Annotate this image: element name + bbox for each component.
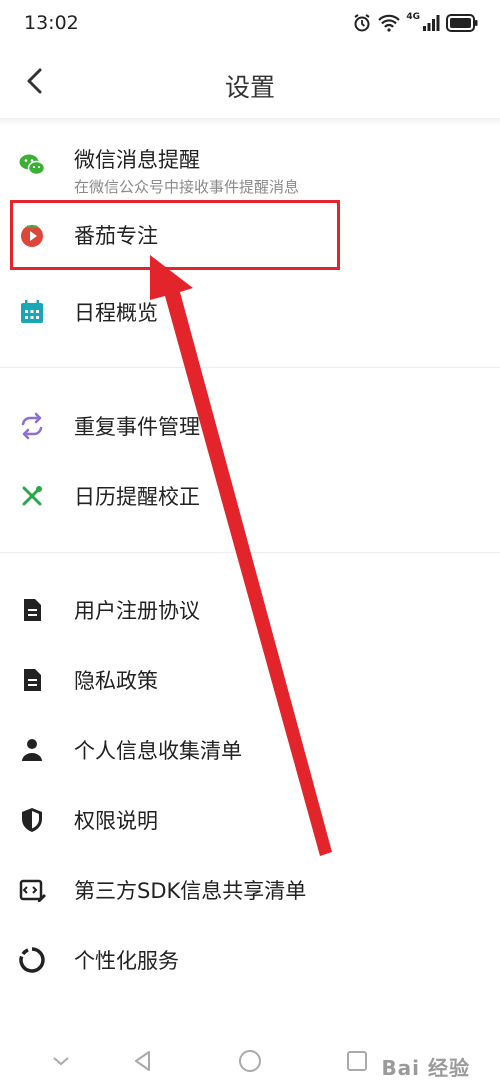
settings-item-privacy-policy[interactable]: 隐私政策 (0, 650, 500, 710)
settings-item-label: 隐私政策 (74, 669, 158, 693)
signal-icon (423, 15, 440, 31)
settings-item-wechat-reminder[interactable]: 微信消息提醒 在微信公众号中接收事件提醒消息 (0, 130, 500, 200)
header-shadow (0, 118, 500, 126)
settings-item-label: 日历提醒校正 (74, 485, 200, 509)
nav-home-icon[interactable] (237, 1048, 263, 1074)
highlight-box (10, 200, 340, 270)
settings-item-reminder-correction[interactable]: 日历提醒校正 (0, 466, 500, 526)
settings-item-third-party-sdk[interactable]: 第三方SDK信息共享清单 (0, 860, 500, 920)
chevron-down-icon[interactable] (48, 1048, 74, 1074)
page-title: 设置 (224, 73, 275, 102)
settings-item-repeat-events[interactable]: 重复事件管理 (0, 396, 500, 456)
nav-back-icon[interactable] (130, 1048, 156, 1074)
wechat-icon (19, 154, 46, 176)
settings-item-label: 第三方SDK信息共享清单 (74, 879, 307, 903)
settings-item-label: 用户注册协议 (74, 599, 200, 623)
status-time: 13:02 (24, 12, 79, 34)
battery-icon (446, 14, 478, 32)
divider (0, 367, 500, 368)
settings-item-personal-info-list[interactable]: 个人信息收集清单 (0, 720, 500, 780)
status-icons: 4G (352, 10, 478, 36)
ring-icon (19, 947, 45, 973)
network-label: 4G (406, 12, 420, 22)
status-bar: 13:02 4G (0, 0, 500, 46)
settings-item-label: 微信消息提醒 (74, 148, 200, 172)
tools-icon (22, 486, 42, 506)
person-icon (22, 739, 42, 761)
alarm-icon (354, 14, 370, 32)
settings-item-personalized-service[interactable]: 个性化服务 (0, 930, 500, 990)
document-icon (24, 599, 41, 621)
document-icon (24, 669, 41, 691)
settings-item-label: 日程概览 (74, 301, 158, 325)
settings-item-permissions[interactable]: 权限说明 (0, 790, 500, 850)
header: 设置 (0, 46, 500, 120)
settings-item-label: 个性化服务 (74, 949, 179, 973)
repeat-icon (21, 412, 43, 440)
settings-item-label: 重复事件管理 (74, 415, 200, 439)
watermark: Bai 经验 (381, 1056, 470, 1080)
settings-item-label: 权限说明 (74, 809, 158, 833)
settings-item-user-agreement[interactable]: 用户注册协议 (0, 580, 500, 640)
sdk-icon (19, 879, 46, 902)
divider (0, 552, 500, 553)
settings-item-label: 个人信息收集清单 (74, 739, 242, 763)
calendar-icon (21, 300, 43, 323)
shield-icon (22, 808, 42, 832)
nav-recents-icon[interactable] (344, 1048, 370, 1074)
wifi-icon (378, 14, 401, 32)
settings-item-sublabel: 在微信公众号中接收事件提醒消息 (74, 178, 300, 196)
settings-item-schedule-overview[interactable]: 日程概览 (0, 282, 500, 342)
